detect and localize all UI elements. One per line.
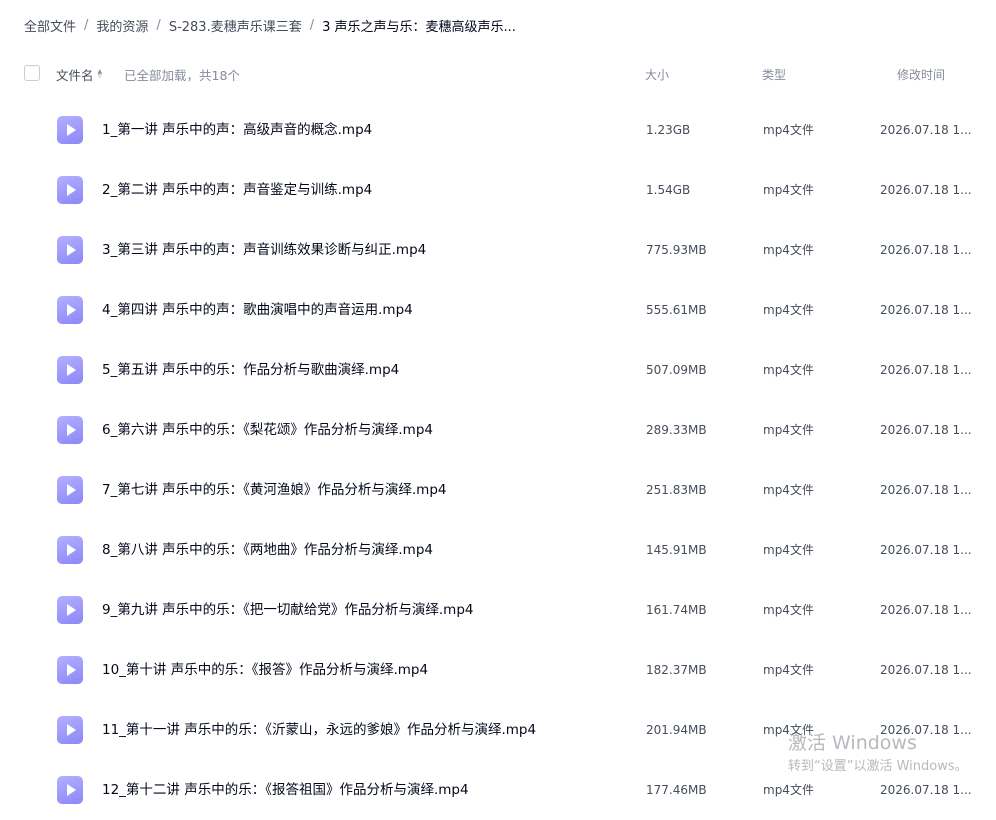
file-type: mp4文件 xyxy=(763,483,814,497)
file-size: 555.61MB xyxy=(646,303,707,317)
file-modified-time: 2026.07.18 1... xyxy=(880,783,972,797)
file-type: mp4文件 xyxy=(763,183,814,197)
file-size: 1.54GB xyxy=(646,183,691,197)
file-name[interactable]: 7_第七讲 声乐中的乐：《黄河渔娘》作品分析与演绎.mp4 xyxy=(102,460,446,520)
file-row[interactable]: 4_第四讲 声乐中的声：歌曲演唱中的声音运用.mp4 555.61MB mp4文件 2… xyxy=(0,280,996,340)
file-name[interactable]: 5_第五讲 声乐中的乐：作品分析与歌曲演绎.mp4 xyxy=(102,340,399,400)
breadcrumb-item-course-folder[interactable]: S-283.麦穗声乐课三套 xyxy=(169,16,302,35)
video-file-icon xyxy=(57,596,83,624)
file-size: 177.46MB xyxy=(646,783,707,797)
file-type: mp4文件 xyxy=(763,543,814,557)
video-file-icon xyxy=(57,716,83,744)
file-type: mp4文件 xyxy=(763,783,814,797)
file-name[interactable]: 12_第十二讲 声乐中的乐：《报答祖国》作品分析与演绎.mp4 xyxy=(102,760,469,820)
file-row[interactable]: 8_第八讲 声乐中的乐：《两地曲》作品分析与演绎.mp4 145.91MB mp4文… xyxy=(0,520,996,580)
breadcrumb-item-all-files[interactable]: 全部文件 xyxy=(24,16,76,35)
file-name[interactable]: 2_第二讲 声乐中的声：声音鉴定与训练.mp4 xyxy=(102,160,372,220)
file-modified-time: 2026.07.18 1... xyxy=(880,483,972,497)
file-row[interactable]: 12_第十二讲 声乐中的乐：《报答祖国》作品分析与演绎.mp4 177.46MB m… xyxy=(0,760,996,820)
file-type: mp4文件 xyxy=(763,423,814,437)
file-size: 507.09MB xyxy=(646,363,707,377)
video-file-icon xyxy=(57,476,83,504)
column-header-size[interactable]: 大小 xyxy=(645,56,669,92)
file-name[interactable]: 3_第三讲 声乐中的声：声音训练效果诊断与纠正.mp4 xyxy=(102,220,426,280)
video-file-icon xyxy=(57,536,83,564)
file-modified-time: 2026.07.18 1... xyxy=(880,363,972,377)
sort-icon[interactable]: ▲ ▼ xyxy=(98,69,103,80)
file-row[interactable]: 10_第十讲 声乐中的乐：《报答》作品分析与演绎.mp4 182.37MB mp4文… xyxy=(0,640,996,700)
file-name[interactable]: 6_第六讲 声乐中的乐：《梨花颂》作品分析与演绎.mp4 xyxy=(102,400,433,460)
file-name[interactable]: 9_第九讲 声乐中的乐：《把一切献给党》作品分析与演绎.mp4 xyxy=(102,580,473,640)
file-modified-time: 2026.07.18 1... xyxy=(880,543,972,557)
file-row[interactable]: 9_第九讲 声乐中的乐：《把一切献给党》作品分析与演绎.mp4 161.74MB m… xyxy=(0,580,996,640)
file-size: 1.23GB xyxy=(646,123,691,137)
file-size: 201.94MB xyxy=(646,723,707,737)
file-row[interactable]: 11_第十一讲 声乐中的乐：《沂蒙山，永远的爹娘》作品分析与演绎.mp4 201.… xyxy=(0,700,996,760)
file-modified-time: 2026.07.18 1... xyxy=(880,603,972,617)
video-file-icon xyxy=(57,356,83,384)
file-modified-time: 2026.07.18 1... xyxy=(880,423,972,437)
file-type: mp4文件 xyxy=(763,123,814,137)
file-list: 1_第一讲 声乐中的声：高级声音的概念.mp4 1.23GB mp4文件 2026.0… xyxy=(0,100,996,820)
column-header-name[interactable]: 文件名 ▲ ▼ xyxy=(56,56,102,92)
file-modified-time: 2026.07.18 1... xyxy=(880,303,972,317)
breadcrumb: 全部文件 / 我的资源 / S-283.麦穗声乐课三套 / 3 声乐之声与乐：麦… xyxy=(24,14,516,36)
file-type: mp4文件 xyxy=(763,303,814,317)
file-type: mp4文件 xyxy=(763,603,814,617)
breadcrumb-item-my-resources[interactable]: 我的资源 xyxy=(96,16,148,35)
column-header-type[interactable]: 类型 xyxy=(762,56,786,92)
file-modified-time: 2026.07.18 1... xyxy=(880,243,972,257)
file-size: 775.93MB xyxy=(646,243,707,257)
breadcrumb-separator: / xyxy=(84,17,89,33)
file-modified-time: 2026.07.18 1... xyxy=(880,663,972,677)
file-size: 182.37MB xyxy=(646,663,707,677)
file-row[interactable]: 7_第七讲 声乐中的乐：《黄河渔娘》作品分析与演绎.mp4 251.83MB mp4… xyxy=(0,460,996,520)
file-name[interactable]: 4_第四讲 声乐中的声：歌曲演唱中的声音运用.mp4 xyxy=(102,280,413,340)
file-type: mp4文件 xyxy=(763,663,814,677)
file-list-header: 文件名 ▲ ▼ 已全部加载，共18个 大小 类型 修改时间 xyxy=(0,56,996,92)
file-row[interactable]: 3_第三讲 声乐中的声：声音训练效果诊断与纠正.mp4 775.93MB mp4文件… xyxy=(0,220,996,280)
select-all-checkbox[interactable] xyxy=(24,65,40,81)
file-name[interactable]: 10_第十讲 声乐中的乐：《报答》作品分析与演绎.mp4 xyxy=(102,640,428,700)
load-summary: 已全部加载，共18个 xyxy=(124,67,240,83)
breadcrumb-item-current-folder: 3 声乐之声与乐：麦穗高级声乐... xyxy=(322,19,516,35)
file-size: 251.83MB xyxy=(646,483,707,497)
video-file-icon xyxy=(57,296,83,324)
file-modified-time: 2026.07.18 1... xyxy=(880,723,972,737)
file-type: mp4文件 xyxy=(763,363,814,377)
file-modified-time: 2026.07.18 1... xyxy=(880,123,972,137)
breadcrumb-separator: / xyxy=(156,17,161,33)
file-name[interactable]: 1_第一讲 声乐中的声：高级声音的概念.mp4 xyxy=(102,100,372,160)
column-header-name-label: 文件名 xyxy=(56,67,94,83)
column-header-modified-time[interactable]: 修改时间 xyxy=(897,56,945,92)
file-row[interactable]: 6_第六讲 声乐中的乐：《梨花颂》作品分析与演绎.mp4 289.33MB mp4文… xyxy=(0,400,996,460)
video-file-icon xyxy=(57,656,83,684)
video-file-icon xyxy=(57,176,83,204)
file-size: 145.91MB xyxy=(646,543,707,557)
video-file-icon xyxy=(57,236,83,264)
file-type: mp4文件 xyxy=(763,243,814,257)
file-type: mp4文件 xyxy=(763,723,814,737)
breadcrumb-separator: / xyxy=(309,17,315,33)
file-name[interactable]: 11_第十一讲 声乐中的乐：《沂蒙山，永远的爹娘》作品分析与演绎.mp4 xyxy=(102,700,536,760)
file-size: 289.33MB xyxy=(646,423,707,437)
video-file-icon xyxy=(57,416,83,444)
video-file-icon xyxy=(57,116,83,144)
file-row[interactable]: 2_第二讲 声乐中的声：声音鉴定与训练.mp4 1.54GB mp4文件 2026.0… xyxy=(0,160,996,220)
file-row[interactable]: 5_第五讲 声乐中的乐：作品分析与歌曲演绎.mp4 507.09MB mp4文件 20… xyxy=(0,340,996,400)
video-file-icon xyxy=(57,776,83,804)
file-row[interactable]: 1_第一讲 声乐中的声：高级声音的概念.mp4 1.23GB mp4文件 2026.0… xyxy=(0,100,996,160)
file-name[interactable]: 8_第八讲 声乐中的乐：《两地曲》作品分析与演绎.mp4 xyxy=(102,520,433,580)
file-size: 161.74MB xyxy=(646,603,707,617)
file-modified-time: 2026.07.18 1... xyxy=(880,183,972,197)
